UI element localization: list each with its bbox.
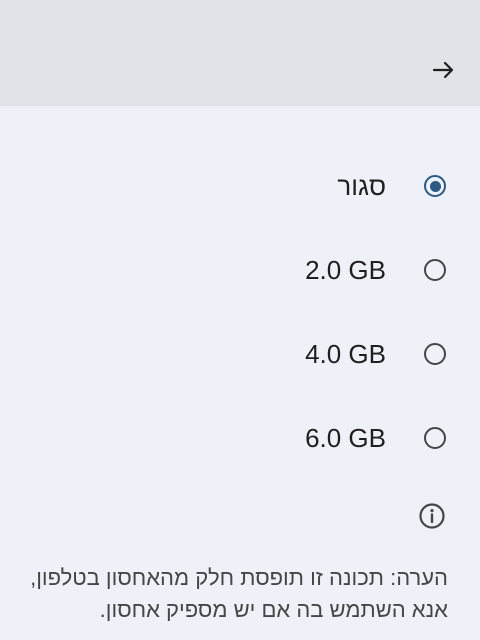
radio-button[interactable] — [424, 343, 446, 365]
option-label: 2.0 GB — [305, 255, 386, 285]
option-label: 4.0 GB — [305, 339, 386, 369]
radio-button[interactable] — [424, 259, 446, 281]
arrow-icon — [432, 61, 454, 79]
radio-button-selected[interactable] — [424, 175, 446, 197]
option-4gb[interactable]: 4.0 GB — [0, 312, 480, 396]
option-6gb[interactable]: 6.0 GB — [0, 396, 480, 480]
option-label: סגור — [337, 171, 386, 201]
info-icon — [419, 503, 445, 529]
back-button[interactable] — [430, 56, 458, 84]
option-label: 6.0 GB — [305, 423, 386, 453]
note-text: הערה: תכונה זו תופסת חלק מהאחסון בטלפון,… — [30, 565, 448, 622]
radio-button[interactable] — [424, 427, 446, 449]
ram-expansion-options: סגור 2.0 GB 4.0 GB 6.0 GB הערה: תכונה זו… — [0, 106, 480, 640]
top-app-bar — [0, 0, 480, 106]
option-2gb[interactable]: 2.0 GB — [0, 228, 480, 312]
option-off[interactable]: סגור — [0, 144, 480, 228]
